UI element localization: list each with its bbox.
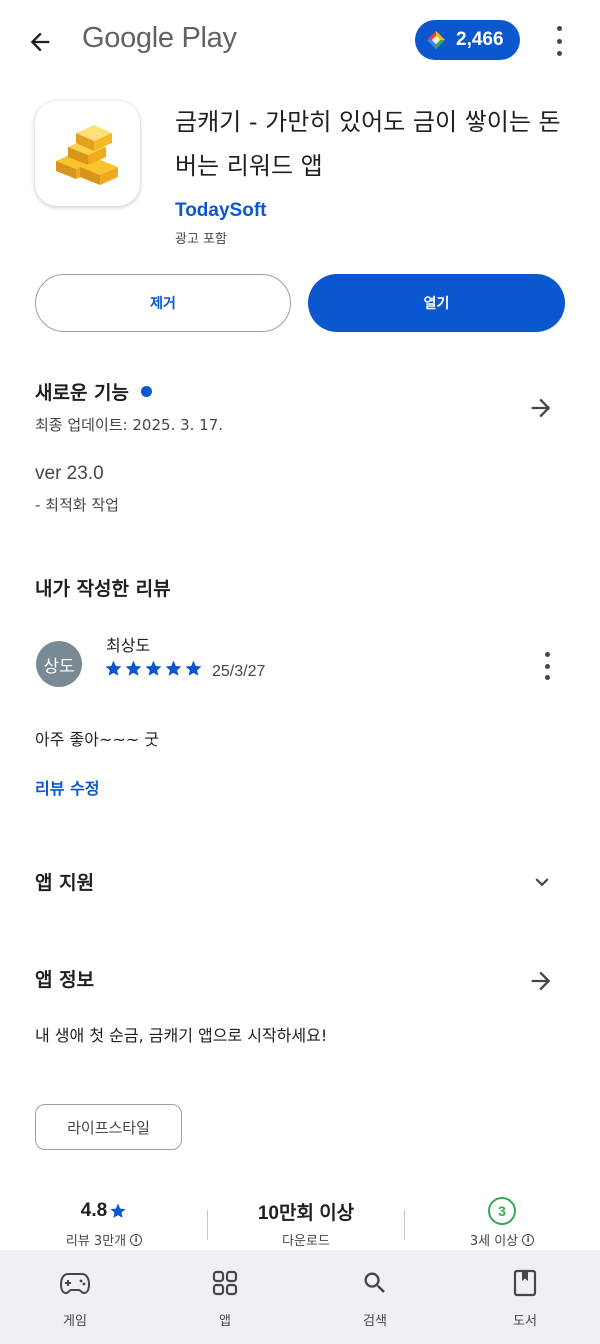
info-icon: i — [522, 1233, 535, 1246]
whats-new-heading[interactable]: 새로운 기능 — [35, 378, 153, 405]
gold-bars-icon — [55, 124, 118, 185]
app-support-heading[interactable]: 앱 지원 — [35, 868, 94, 895]
new-indicator-dot — [141, 386, 153, 397]
last-updated-text: 최종 업데이트: 2025. 3. 17. — [35, 416, 224, 434]
nav-apps-label: 앱 — [219, 1314, 231, 1329]
my-review-heading: 내가 작성한 리뷰 — [35, 578, 171, 600]
nav-books-label: 도서 — [513, 1314, 537, 1329]
star-icon — [185, 660, 202, 676]
downloads-value: 10만회 이상 — [257, 1202, 355, 1224]
apps-grid-icon — [210, 1268, 240, 1298]
age-rating-label: 3세 이상 — [469, 1234, 519, 1249]
whats-new-title: 새로운 기능 — [35, 382, 130, 404]
top-app-bar: Google Play 2,466 — [0, 0, 600, 82]
app-icon — [35, 101, 140, 206]
uninstall-button[interactable]: 제거 — [35, 274, 291, 332]
edit-review-link[interactable]: 리뷰 수정 — [35, 775, 99, 799]
play-points-count: 2,466 — [456, 29, 504, 50]
rating-value: 4.8 — [80, 1200, 108, 1221]
avatar: 상도 — [36, 641, 82, 687]
whats-new-arrow-icon[interactable] — [524, 391, 558, 425]
release-notes-text: - 최적화 작업 — [35, 496, 119, 514]
play-points-icon — [427, 31, 445, 49]
search-icon — [360, 1268, 390, 1298]
category-chip[interactable]: 라이프스타일 — [35, 1104, 182, 1150]
star-icon — [110, 1203, 126, 1218]
info-icon: i — [130, 1233, 143, 1246]
contains-ads-label: 광고 포함 — [175, 232, 227, 247]
review-text: 아주 좋아~~~ 굿 — [35, 730, 159, 749]
open-button[interactable]: 열기 — [308, 274, 565, 332]
downloads-stat: 10만회 이상 다운로드 — [238, 1196, 374, 1250]
review-date: 25/3/27 — [212, 663, 266, 680]
age-rating-badge: 3 — [488, 1197, 516, 1225]
bottom-navigation: 게임 앱 검색 도서 — [0, 1250, 600, 1344]
nav-search[interactable]: 검색 — [300, 1250, 450, 1344]
rating-stat[interactable]: 4.8 리뷰 3만개 i — [36, 1196, 172, 1249]
app-description: 내 생애 첫 순금, 금캐기 앱으로 시작하세요! — [35, 1026, 328, 1045]
star-icon — [145, 660, 162, 676]
review-more-options-icon[interactable] — [536, 652, 558, 680]
star-icon — [125, 660, 142, 676]
reviewer-name: 최상도 — [106, 636, 151, 655]
chevron-down-icon[interactable] — [526, 866, 558, 898]
nav-apps[interactable]: 앱 — [150, 1250, 300, 1344]
app-title: 금캐기 - 가만히 있어도 금이 쌓이는 돈버는 리워드 앱 — [175, 108, 561, 180]
nav-games[interactable]: 게임 — [0, 1250, 150, 1344]
stat-divider — [404, 1210, 405, 1240]
version-text: ver 23.0 — [35, 463, 104, 484]
review-star-rating — [104, 659, 203, 678]
play-points-badge[interactable]: 2,466 — [415, 20, 520, 60]
nav-books[interactable]: 도서 — [450, 1250, 600, 1344]
stat-divider — [207, 1210, 208, 1240]
star-icon — [165, 660, 182, 676]
more-options-icon[interactable] — [548, 26, 570, 56]
downloads-label: 다운로드 — [282, 1234, 330, 1249]
google-play-logo: Google Play — [82, 22, 237, 54]
nav-search-label: 검색 — [363, 1314, 387, 1329]
gamepad-icon — [60, 1268, 90, 1298]
app-info-heading[interactable]: 앱 정보 — [35, 965, 94, 992]
age-rating-stat[interactable]: 3 3세 이상 i — [434, 1196, 570, 1249]
developer-link[interactable]: TodaySoft — [175, 200, 266, 222]
back-arrow-icon[interactable] — [22, 24, 58, 60]
book-icon — [510, 1268, 540, 1298]
nav-games-label: 게임 — [63, 1314, 87, 1329]
star-icon — [105, 660, 122, 676]
app-info-arrow-icon[interactable] — [524, 964, 558, 998]
review-count: 리뷰 3만개 — [65, 1234, 127, 1249]
